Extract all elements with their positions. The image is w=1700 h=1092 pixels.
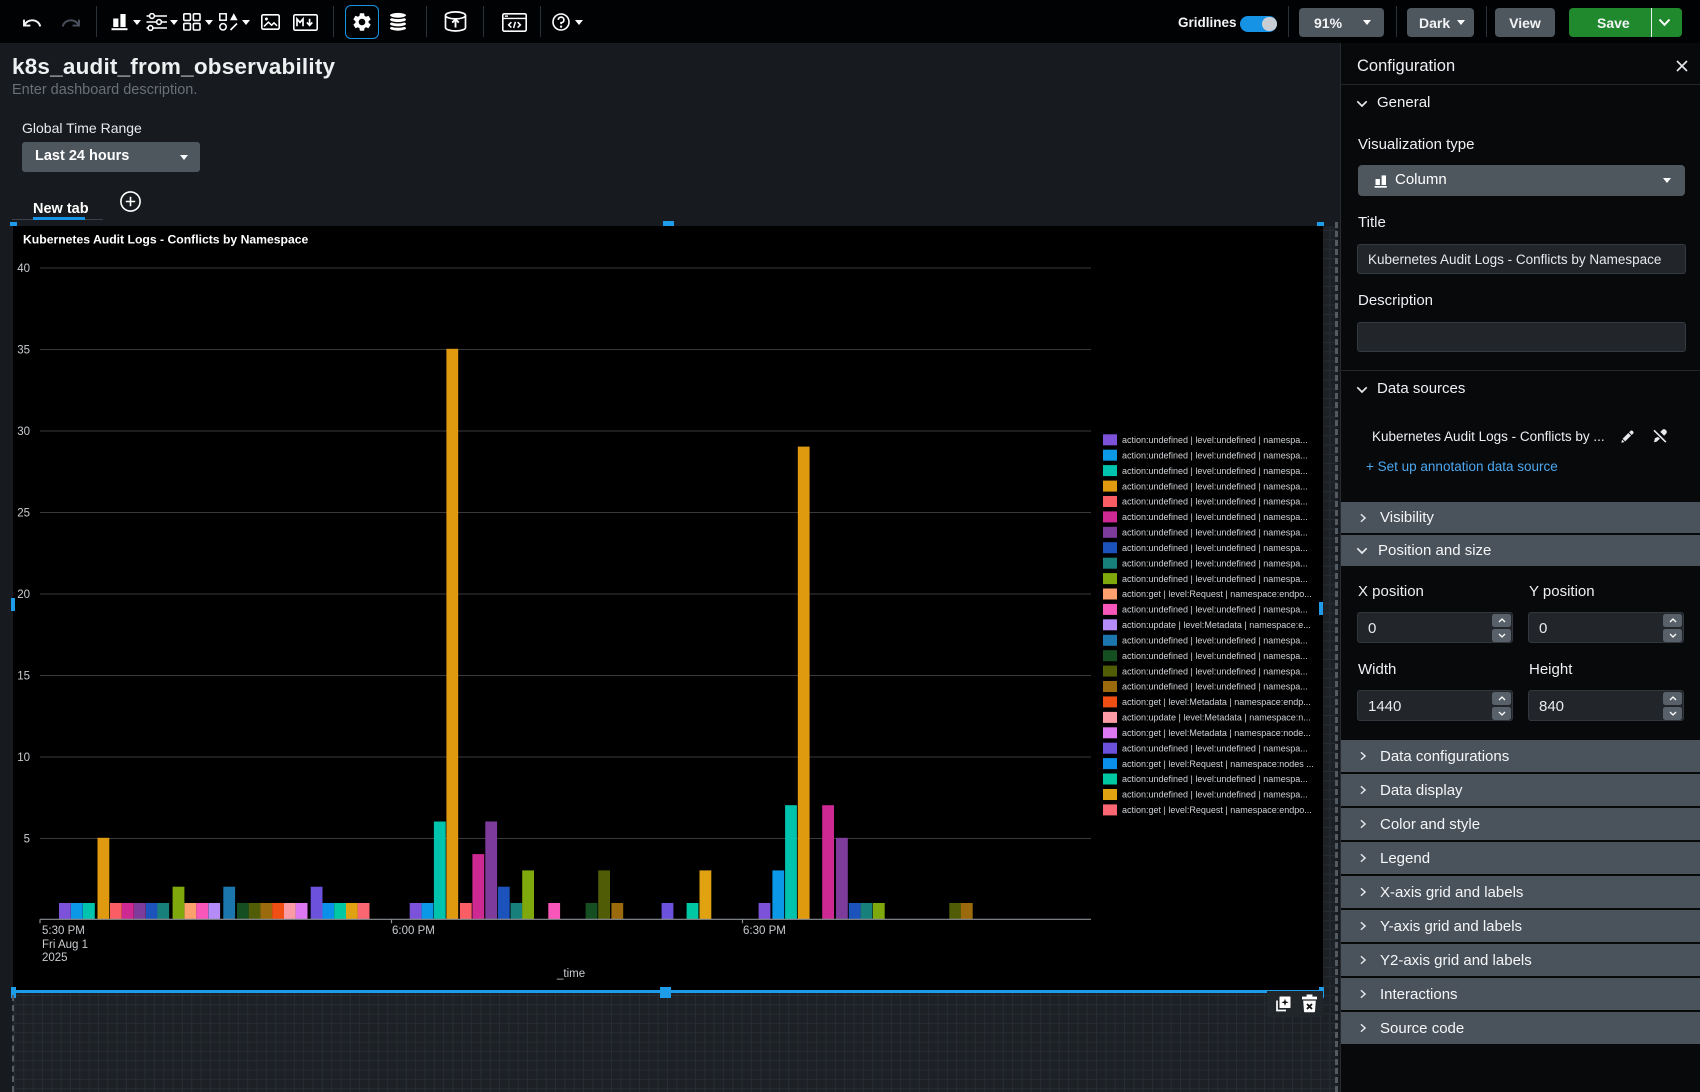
svg-text:6:00 PM: 6:00 PM: [392, 925, 435, 937]
svg-text:action:get | level:Metadata |: action:get | level:Metadata | namespace:…: [1122, 728, 1311, 738]
svg-text:action:undefined | level:undef: action:undefined | level:undefined | nam…: [1122, 528, 1308, 538]
svg-text:action:get | level:Metadata |: action:get | level:Metadata | namespace:…: [1122, 697, 1311, 707]
svg-text:action:undefined | level:undef: action:undefined | level:undefined | nam…: [1122, 558, 1308, 568]
svg-text:Fri Aug 1: Fri Aug 1: [42, 939, 88, 951]
svg-text:action:undefined | level:undef: action:undefined | level:undefined | nam…: [1122, 682, 1308, 692]
svg-text:action:undefined | level:undef: action:undefined | level:undefined | nam…: [1122, 466, 1308, 476]
svg-text:action:undefined | level:undef: action:undefined | level:undefined | nam…: [1122, 574, 1308, 584]
svg-text:action:undefined | level:undef: action:undefined | level:undefined | nam…: [1122, 543, 1308, 553]
svg-text:action:undefined | level:undef: action:undefined | level:undefined | nam…: [1122, 790, 1308, 800]
svg-text:action:undefined | level:undef: action:undefined | level:undefined | nam…: [1122, 666, 1308, 676]
svg-text:action:undefined | level:undef: action:undefined | level:undefined | nam…: [1122, 497, 1308, 507]
svg-text:_time: _time: [556, 968, 585, 980]
svg-text:5:30 PM: 5:30 PM: [42, 925, 85, 937]
svg-text:15: 15: [17, 671, 30, 683]
svg-text:20: 20: [17, 589, 30, 601]
svg-text:action:undefined | level:undef: action:undefined | level:undefined | nam…: [1122, 450, 1308, 460]
svg-text:action:get | level:Request | n: action:get | level:Request | namespace:n…: [1122, 759, 1314, 769]
svg-text:action:undefined | level:undef: action:undefined | level:undefined | nam…: [1122, 774, 1308, 784]
svg-text:40: 40: [17, 263, 30, 275]
svg-text:action:undefined | level:undef: action:undefined | level:undefined | nam…: [1122, 481, 1308, 491]
svg-text:action:undefined | level:undef: action:undefined | level:undefined | nam…: [1122, 605, 1308, 615]
svg-text:30: 30: [17, 426, 30, 438]
svg-text:action:get | level:Request | n: action:get | level:Request | namespace:e…: [1122, 589, 1312, 599]
svg-text:action:update | level:Metadata: action:update | level:Metadata | namespa…: [1122, 620, 1311, 630]
svg-text:5: 5: [24, 834, 30, 846]
svg-text:2025: 2025: [42, 952, 68, 964]
svg-text:action:undefined | level:undef: action:undefined | level:undefined | nam…: [1122, 435, 1308, 445]
svg-text:25: 25: [17, 508, 30, 520]
svg-text:action:undefined | level:undef: action:undefined | level:undefined | nam…: [1122, 651, 1308, 661]
svg-text:action:undefined | level:undef: action:undefined | level:undefined | nam…: [1122, 743, 1308, 753]
svg-text:action:update | level:Metadata: action:update | level:Metadata | namespa…: [1122, 713, 1311, 723]
svg-text:action:undefined | level:undef: action:undefined | level:undefined | nam…: [1122, 512, 1308, 522]
svg-text:6:30 PM: 6:30 PM: [743, 925, 786, 937]
svg-text:action:undefined | level:undef: action:undefined | level:undefined | nam…: [1122, 636, 1308, 646]
svg-text:action:get | level:Request | n: action:get | level:Request | namespace:e…: [1122, 805, 1312, 815]
svg-text:10: 10: [17, 752, 30, 764]
svg-text:35: 35: [17, 345, 30, 357]
svg-text:Kubernetes Audit Logs - Confli: Kubernetes Audit Logs - Conflicts by Nam…: [23, 232, 309, 246]
